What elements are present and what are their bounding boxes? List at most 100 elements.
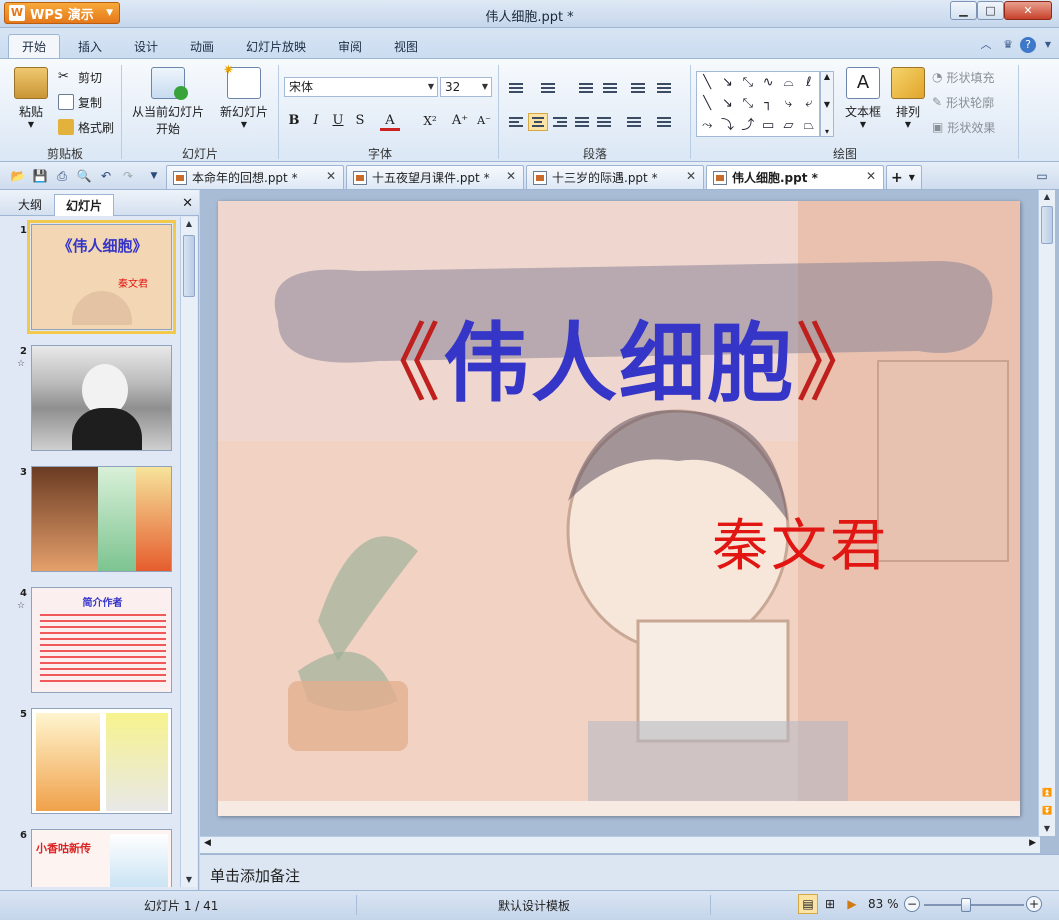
new-slide-button[interactable]: ✷ 新幻灯片 ▼ [218,63,270,129]
numbering-icon[interactable] [538,79,558,97]
paragraph-spacing-icon[interactable] [654,113,674,131]
prev-slide-icon[interactable]: ⏫ [1039,786,1055,800]
minimize-button[interactable]: ▁ [950,1,977,20]
doc-tab-active[interactable]: 伟人细胞.ppt * ✕ [706,165,884,189]
font-size-combo[interactable]: 32 ▼ [440,77,492,97]
maximize-button[interactable]: □ [977,1,1004,20]
canvas-horizontal-scrollbar[interactable]: ◀ ▶ [200,836,1040,853]
distribute-icon[interactable] [594,113,614,131]
close-tab-icon[interactable]: ✕ [326,169,336,183]
next-slide-icon[interactable]: ⏬ [1039,804,1055,818]
slide-sorter-button[interactable]: ⊞ [820,894,840,914]
tab-home[interactable]: 开始 [8,34,60,58]
scrollbar-thumb[interactable] [183,235,195,297]
tab-slides[interactable]: 幻灯片 [54,194,114,216]
slide-thumbnail[interactable] [31,466,172,572]
gallery-down-icon[interactable]: ▼ [824,100,830,109]
undo-icon[interactable]: ↶ [98,168,114,184]
font-name-combo[interactable]: 宋体 ▼ [284,77,438,97]
redo-icon[interactable]: ↷ [120,168,136,184]
scroll-up-icon[interactable]: ▲ [181,217,197,231]
print-icon[interactable]: ⎙ [54,168,70,184]
slide-thumbnail[interactable]: 小香咕新传 [31,829,172,887]
elbow-double-shape-icon[interactable]: ⤶ [799,93,819,114]
copy-button[interactable]: 复制 [58,92,102,112]
scroll-down-icon[interactable]: ▼ [181,873,197,887]
connector-arrow-shape-icon[interactable]: ↘ [717,93,737,114]
zoom-in-button[interactable]: + [1026,896,1042,912]
format-painter-button[interactable]: 格式刷 [58,117,114,137]
skin-icon[interactable]: ♛ [1000,37,1016,53]
tab-slideshow[interactable]: 幻灯片放映 [238,34,314,58]
justify-icon[interactable] [572,113,592,131]
align-center-icon[interactable] [528,113,548,131]
double-arrow-shape-icon[interactable]: ⤡ [738,72,758,93]
scroll-right-icon[interactable]: ▶ [1029,838,1036,848]
tab-review[interactable]: 审阅 [328,34,372,58]
tab-animation[interactable]: 动画 [178,34,226,58]
align-right-icon[interactable] [550,113,570,131]
slide-canvas[interactable]: 《伟人细胞》 秦文君 [218,201,1020,816]
notes-pane[interactable]: 单击添加备注 [200,854,1059,890]
slide-thumbnail[interactable]: 《伟人细胞》 秦文君 [27,220,176,334]
textbox-button[interactable]: A 文本框 ▼ [840,67,886,129]
decrease-indent-icon[interactable] [576,79,596,97]
tab-outline[interactable]: 大纲 [8,194,52,216]
arrow-shape-icon[interactable]: ↘ [717,72,737,93]
cut-button[interactable]: ✂ 剪切 [58,67,102,87]
increase-indent-icon[interactable] [600,79,620,97]
freeform-shape-icon[interactable]: ⌓ [778,72,798,93]
rectangle-shape-icon[interactable]: ▭ [758,115,778,136]
line-shape-icon[interactable]: ╲ [697,72,717,93]
scroll-down-icon[interactable]: ▼ [1039,822,1055,836]
font-color-button[interactable]: A [380,111,400,131]
help-icon[interactable]: ? [1020,37,1036,53]
close-button[interactable]: ✕ [1004,1,1052,20]
underline-button[interactable]: U [328,111,348,131]
new-tab-button[interactable]: + ▼ [886,165,922,189]
parallelogram-shape-icon[interactable]: ▱ [778,115,798,136]
gallery-more-icon[interactable]: ▾ [825,127,829,136]
open-icon[interactable]: 📂 [10,168,26,184]
shape-effects-button[interactable]: ▣ 形状效果 [932,117,995,137]
chevron-down-icon[interactable]: ▼ [479,78,491,96]
play-from-current-button[interactable]: 从当前幻灯片 开始 [128,67,208,137]
close-tab-icon[interactable]: ✕ [506,169,516,183]
close-panel-icon[interactable]: ✕ [182,196,193,211]
scroll-up-icon[interactable]: ▲ [1039,190,1055,204]
align-left-icon[interactable] [506,113,526,131]
connector-shape-icon[interactable]: ╲ [697,93,717,114]
scroll-left-icon[interactable]: ◀ [204,838,211,848]
curve-shape-icon[interactable]: ∿ [758,72,778,93]
arrange-button[interactable]: 排列 ▼ [888,67,928,129]
curved-double-shape-icon[interactable]: ⤴ [738,115,758,136]
shape-gallery-scroll[interactable]: ▲ ▼ ▾ [820,71,834,137]
chevron-down-icon[interactable]: ▼ [425,78,437,96]
slide-title[interactable]: 《伟人细胞》 [218,293,1020,418]
doc-tab[interactable]: 本命年的回想.ppt * ✕ [166,165,344,189]
doc-tab[interactable]: 十五夜望月课件.ppt * ✕ [346,165,524,189]
close-tab-icon[interactable]: ✕ [686,169,696,183]
restore-tabs-icon[interactable]: ▭ [1034,168,1050,184]
save-icon[interactable]: 💾 [32,168,48,184]
shape-fill-button[interactable]: ◔ 形状填充 [932,67,995,87]
tab-insert[interactable]: 插入 [66,34,114,58]
elbow-arrow-shape-icon[interactable]: ⤷ [778,93,798,114]
slide-thumbnail[interactable] [31,345,172,451]
columns-icon[interactable] [628,79,648,97]
bold-button[interactable]: B [284,111,304,131]
shape-gallery[interactable]: ╲ ↘ ⤡ ∿ ⌓ ℓ ╲ ↘ ⤡ ┐ ⤷ ⤶ ⤳ ⤵ ⤴ ▭ ▱ ⏢ [696,71,820,137]
curved-connector-shape-icon[interactable]: ⤳ [697,115,717,136]
zoom-slider-thumb[interactable] [960,898,971,912]
close-tab-icon[interactable]: ✕ [866,169,876,183]
slide-thumbnail[interactable]: 简介作者 [31,587,172,693]
shadow-button[interactable]: S [350,111,370,131]
slide-author[interactable]: 秦文君 [712,501,889,582]
slideshow-button[interactable]: ▶ [842,894,862,914]
canvas-scrollbar[interactable]: ▲ ⏫ ⏬ ▼ [1038,190,1055,836]
help-dropdown-icon[interactable]: ▼ [1040,37,1056,53]
italic-button[interactable]: I [306,111,326,131]
elbow-shape-icon[interactable]: ┐ [758,93,778,114]
line-spacing-icon[interactable] [624,113,644,131]
collapse-ribbon-icon[interactable]: ︿ [978,37,994,53]
